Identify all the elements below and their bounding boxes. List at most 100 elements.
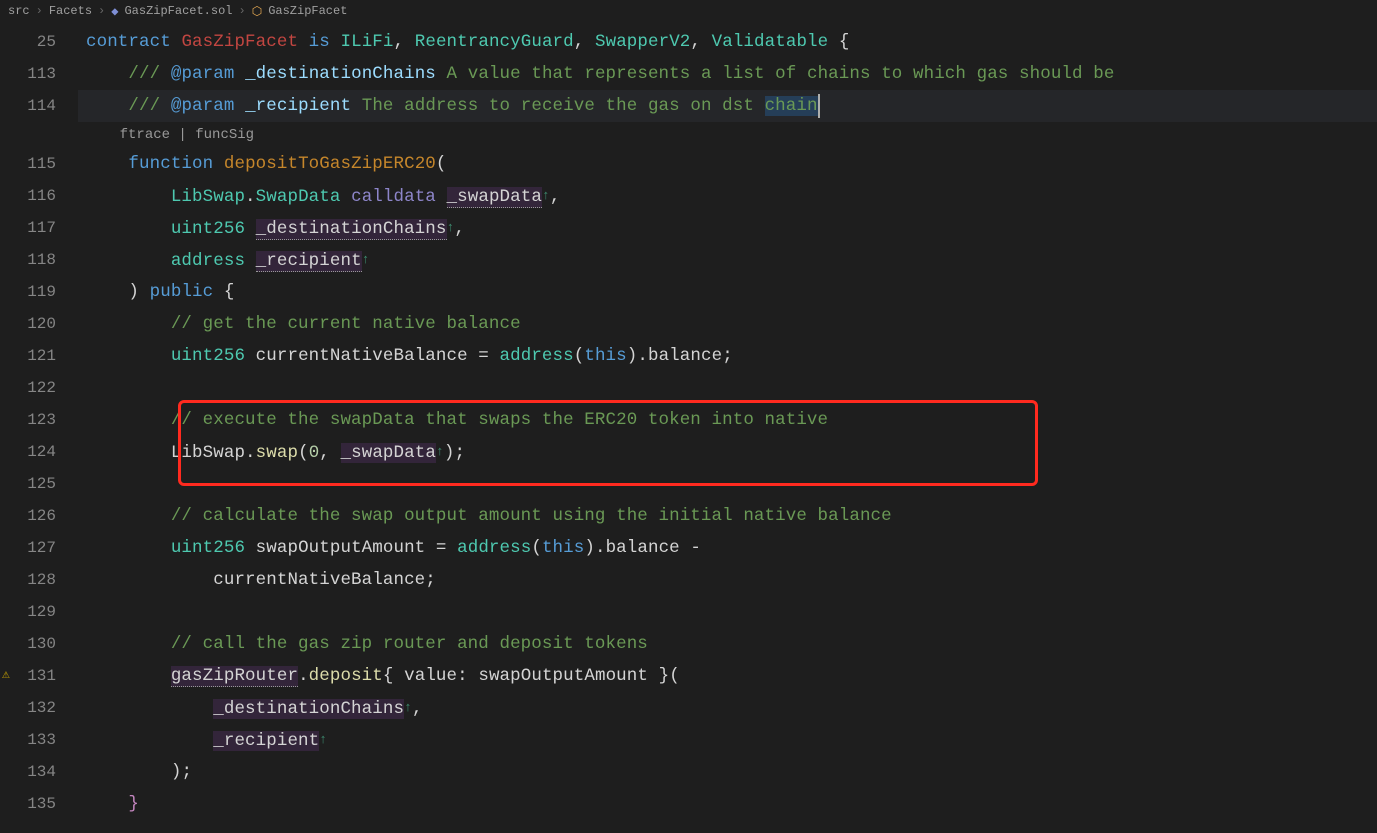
keyword-this: this — [542, 538, 584, 558]
line-number: 133 — [0, 724, 78, 756]
breadcrumb-facets[interactable]: Facets — [49, 4, 92, 18]
keyword-contract: contract — [86, 32, 171, 52]
param-recipient: _recipient — [256, 251, 362, 272]
punct-paren-open: ( — [531, 538, 542, 558]
code-line[interactable]: uint256 currentNativeBalance = address(t… — [78, 340, 1377, 372]
punct-brace-open: { — [383, 666, 394, 686]
code-line[interactable]: // call the gas zip router and deposit t… — [78, 628, 1377, 660]
punct-dot: . — [245, 443, 256, 463]
doc-tag-param: @param — [171, 96, 235, 116]
code-line[interactable]: // execute the swapData that swaps the E… — [78, 404, 1377, 436]
code-line[interactable]: contract GasZipFacet is ILiFi, Reentranc… — [78, 26, 1377, 58]
doc-param-name: _destinationChains — [245, 64, 436, 84]
code-line[interactable] — [78, 372, 1377, 404]
text-cursor — [818, 94, 820, 118]
punct-brace-open: { — [839, 32, 850, 52]
identifier-swapOutputAmount: swapOutputAmount — [478, 666, 648, 686]
punct-brace-close: } — [659, 666, 670, 686]
identifier-contract-name: GasZipFacet — [181, 32, 298, 52]
code-line[interactable] — [78, 596, 1377, 628]
code-content[interactable]: contract GasZipFacet is ILiFi, Reentranc… — [78, 22, 1377, 833]
comment: // execute the swapData that swaps the E… — [171, 410, 828, 430]
codelens[interactable]: ftrace | funcSig — [78, 122, 1377, 148]
type-SwapperV2: SwapperV2 — [595, 32, 690, 52]
keyword-this: this — [584, 346, 626, 366]
code-line[interactable]: uint256 swapOutputAmount = address(this)… — [78, 532, 1377, 564]
identifier-LibSwap: LibSwap — [171, 443, 245, 463]
line-number: 25 — [0, 26, 78, 58]
member-balance: .balance — [595, 538, 680, 558]
chevron-right-icon: › — [36, 4, 43, 18]
punct-semicolon: ; — [181, 762, 192, 782]
code-line[interactable]: function depositToGasZipERC20( — [78, 148, 1377, 180]
punct-dot: . — [298, 666, 309, 686]
chevron-right-icon: › — [98, 4, 105, 18]
punct-paren-close: ) — [444, 443, 455, 463]
code-line[interactable]: /// @param _destinationChains A value th… — [78, 58, 1377, 90]
code-line[interactable]: LibSwap.SwapData calldata _swapData↑, — [78, 180, 1377, 212]
type-ReentrancyGuard: ReentrancyGuard — [415, 32, 574, 52]
code-line[interactable]: gasZipRouter.deposit{ value: swapOutputA… — [78, 660, 1377, 692]
keyword-is: is — [309, 32, 330, 52]
doc-space — [234, 64, 245, 84]
arrow-up-icon: ↑ — [436, 444, 444, 459]
param-swapData: _swapData — [447, 187, 542, 208]
code-editor[interactable]: ⚠ 25 113 114 115 116 117 118 119 120 121… — [0, 22, 1377, 833]
code-line[interactable]: uint256 _destinationChains↑, — [78, 212, 1377, 244]
line-number: 114 — [0, 90, 78, 122]
code-line[interactable]: LibSwap.swap(0, _swapData↑); — [78, 436, 1377, 468]
punct-brace-close: } — [128, 794, 139, 814]
punct-comma: , — [412, 699, 423, 719]
line-number: 127 — [0, 532, 78, 564]
code-line[interactable]: ); — [78, 756, 1377, 788]
code-line[interactable]: } — [78, 788, 1377, 820]
doc-word-chain: chain — [765, 96, 818, 116]
member-balance: .balance — [637, 346, 722, 366]
code-line[interactable]: // calculate the swap output amount usin… — [78, 500, 1377, 532]
identifier-currentNativeBalance: currentNativeBalance — [256, 346, 468, 366]
code-line[interactable]: currentNativeBalance; — [78, 564, 1377, 596]
comment: // calculate the swap output amount usin… — [171, 506, 892, 526]
code-line-current[interactable]: /// @param _recipient The address to rec… — [78, 90, 1377, 122]
keyword-calldata: calldata — [351, 187, 436, 207]
code-line[interactable]: ) public { — [78, 276, 1377, 308]
comment: // get the current native balance — [171, 314, 521, 334]
punct-comma: , — [319, 443, 330, 463]
arrow-up-icon: ↑ — [362, 252, 370, 267]
arg-swapData: _swapData — [341, 443, 436, 463]
punct-comma: , — [394, 32, 405, 52]
punct-dot: . — [245, 187, 256, 207]
punct-comma: , — [574, 32, 585, 52]
punct-semicolon: ; — [454, 443, 465, 463]
punct-paren-open: ( — [574, 346, 585, 366]
builtin-address: address — [457, 538, 531, 558]
codelens-funcSig[interactable]: funcSig — [195, 127, 254, 143]
builtin-address: address — [500, 346, 574, 366]
line-number: 118 — [0, 244, 78, 276]
solidity-file-icon: ◆ — [111, 4, 118, 19]
code-line[interactable]: // get the current native balance — [78, 308, 1377, 340]
breadcrumb-src[interactable]: src — [8, 4, 30, 18]
punct-paren-close: ) — [128, 282, 139, 302]
punct-assign: = — [425, 538, 457, 558]
identifier-currentNativeBalance: currentNativeBalance — [213, 570, 425, 590]
line-number: 132 — [0, 692, 78, 724]
breadcrumb-symbol[interactable]: GasZipFacet — [268, 4, 347, 18]
breadcrumb-file[interactable]: GasZipFacet.sol — [124, 4, 232, 18]
identifier-gasZipRouter: gasZipRouter — [171, 666, 298, 687]
line-number: 128 — [0, 564, 78, 596]
comment: // call the gas zip router and deposit t… — [171, 634, 648, 654]
code-line[interactable]: _destinationChains↑, — [78, 692, 1377, 724]
line-number: 116 — [0, 180, 78, 212]
line-number-gutter: ⚠ 25 113 114 115 116 117 118 119 120 121… — [0, 22, 78, 833]
line-number: 122 — [0, 372, 78, 404]
code-line[interactable]: _recipient↑ — [78, 724, 1377, 756]
doc-comment-slash: /// — [128, 64, 170, 84]
doc-param-desc: A value that represents a list of chains… — [436, 64, 1125, 84]
codelens-ftrace[interactable]: ftrace — [120, 127, 170, 143]
arrow-up-icon: ↑ — [319, 732, 327, 747]
code-line[interactable] — [78, 468, 1377, 500]
line-number: 117 — [0, 212, 78, 244]
code-line[interactable]: address _recipient↑ — [78, 244, 1377, 276]
line-number: 121 — [0, 340, 78, 372]
